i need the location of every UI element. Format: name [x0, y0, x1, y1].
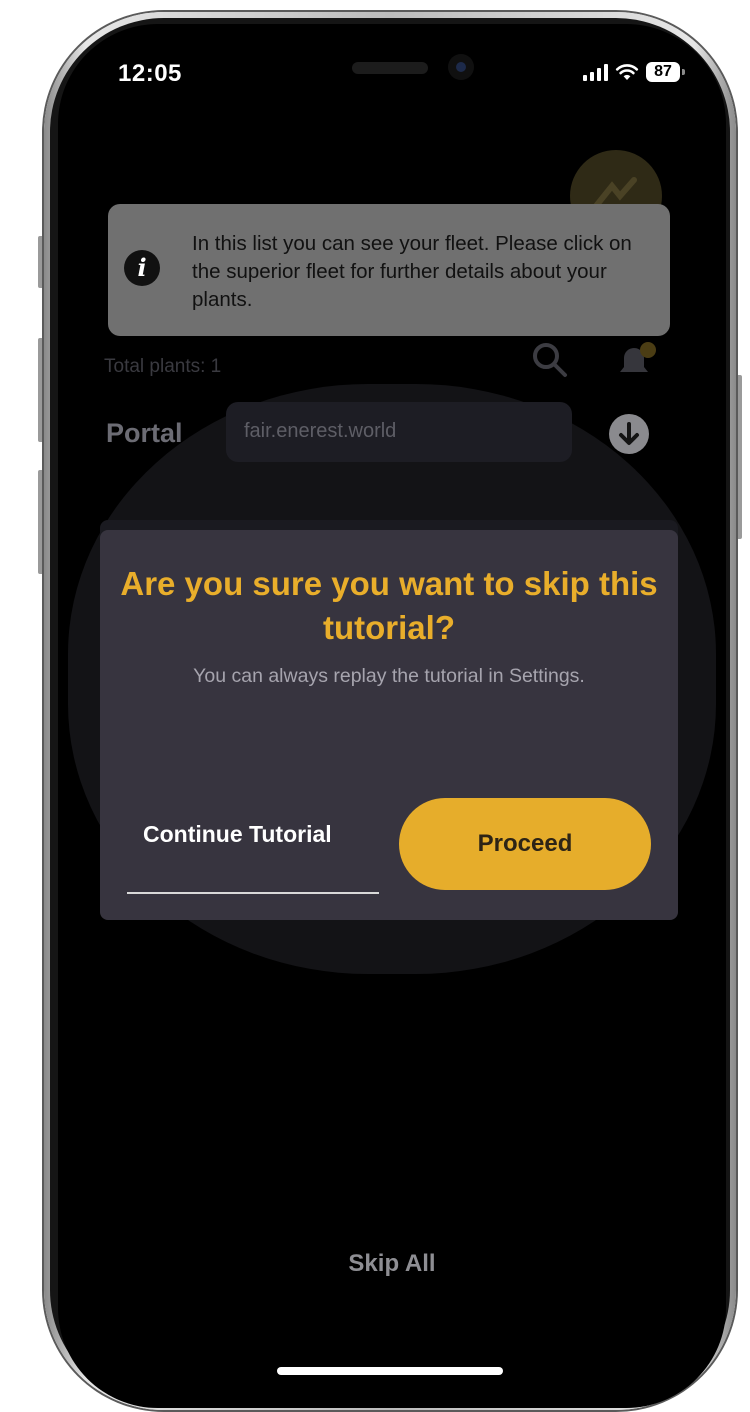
portal-value: fair.enerest.world [244, 420, 397, 442]
skip-all-button[interactable]: Skip All [58, 1250, 726, 1278]
portal-field[interactable]: fair.enerest.world [226, 402, 572, 462]
search-icon[interactable] [530, 340, 570, 380]
power-button [736, 375, 742, 539]
info-icon: i [124, 250, 160, 286]
dialog-message: You can always replay the tutorial in Se… [193, 665, 585, 687]
bell-icon[interactable] [614, 342, 658, 382]
wifi-icon [615, 64, 639, 80]
dialog-title: Are you sure you want to skip this tutor… [120, 565, 658, 646]
portal-label: Portal [106, 418, 183, 448]
continue-tutorial-button[interactable]: Continue Tutorial [127, 818, 379, 894]
skip-tutorial-dialog: Are you sure you want to skip this tutor… [100, 530, 678, 920]
status-indicators: 87 [583, 62, 685, 82]
status-time: 12:05 [118, 60, 182, 87]
front-camera [448, 54, 474, 80]
proceed-label: Proceed [477, 830, 573, 857]
device-stage: 12:05 87 Total plants: 1 Portal fair.ene… [0, 0, 750, 1412]
tutorial-tooltip: i In this list you can see your fleet. P… [108, 204, 670, 336]
app-screen: 12:05 87 Total plants: 1 Portal fair.ene… [58, 24, 726, 1408]
cellular-signal-icon [583, 63, 608, 81]
home-indicator[interactable] [277, 1367, 503, 1375]
tooltip-text: In this list you can see your fleet. Ple… [192, 232, 632, 311]
proceed-button[interactable]: Proceed [399, 798, 651, 890]
earpiece-speaker [352, 62, 428, 74]
continue-tutorial-label: Continue Tutorial [143, 821, 332, 847]
download-icon[interactable] [609, 414, 649, 454]
total-plants-count: Total plants: 1 [104, 356, 222, 377]
battery-indicator: 87 [646, 62, 685, 82]
